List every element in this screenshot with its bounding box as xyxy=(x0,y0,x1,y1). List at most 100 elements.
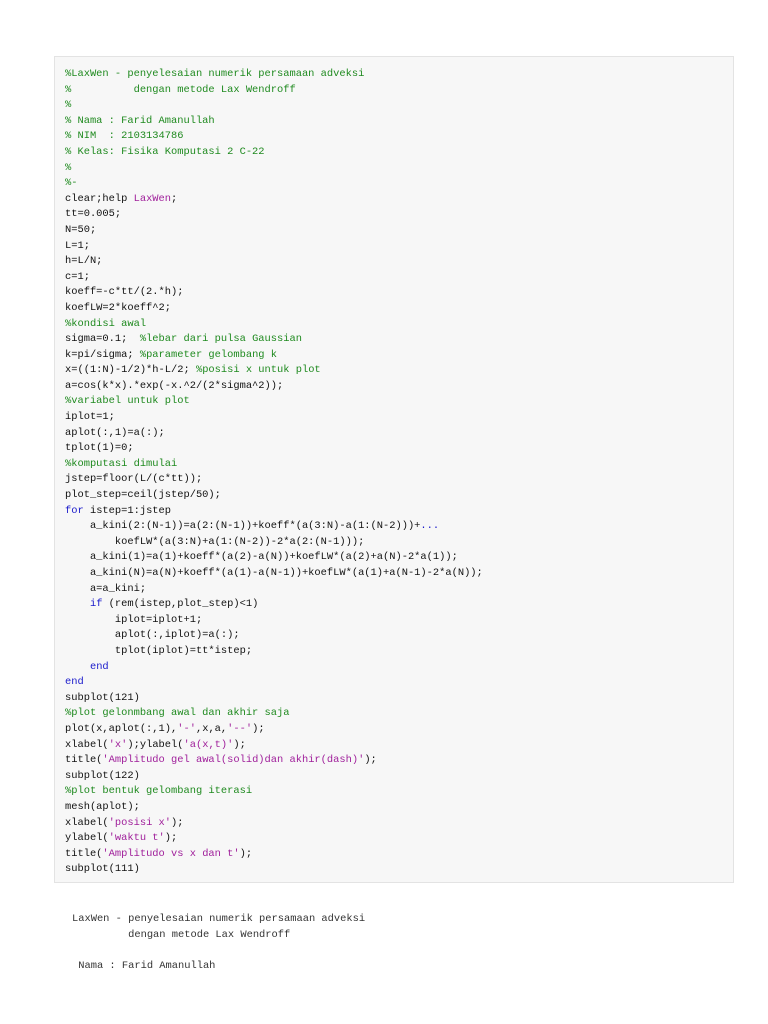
code-line: %variabel untuk plot xyxy=(65,394,483,410)
code-keyword: for xyxy=(65,504,84,517)
code-text: a_kini(2:(N-1))=a(2:(N-1))+koeff*(a(3:N)… xyxy=(65,520,421,533)
code-text: title( xyxy=(65,754,103,767)
code-text: title( xyxy=(65,847,103,860)
output-line: Nama : Farid Amanullah xyxy=(72,959,216,972)
code-line: mesh(aplot); xyxy=(65,800,483,816)
code-text: xlabel( xyxy=(65,816,109,829)
code-text: N=50; xyxy=(65,223,97,236)
code-string: 'a(x,t)' xyxy=(183,738,234,751)
code-line: h=L/N; xyxy=(65,254,483,270)
code-line: % Kelas: Fisika Komputasi 2 C-22 xyxy=(65,145,483,161)
code-text: mesh(aplot); xyxy=(65,800,140,813)
code-line: tplot(iplot)=tt*istep; xyxy=(65,644,483,660)
code-text: ); xyxy=(239,847,253,860)
code-line: koefLW=2*koeff^2; xyxy=(65,301,483,317)
code-text: tplot(iplot)=tt*istep; xyxy=(65,644,253,657)
code-line: end xyxy=(65,675,483,691)
code-text: iplot=1; xyxy=(65,411,115,424)
code-line: koeff=-c*tt/(2.*h); xyxy=(65,285,483,301)
code-comment: % xyxy=(65,161,72,174)
code-text: ); xyxy=(171,816,184,829)
code-line: subplot(121) xyxy=(65,691,483,707)
code-text: subplot(121) xyxy=(65,691,140,704)
code-line: a_kini(2:(N-1))=a(2:(N-1))+koeff*(a(3:N)… xyxy=(65,519,483,535)
code-text: clear;help xyxy=(65,192,134,205)
code-line: jstep=floor(L/(c*tt)); xyxy=(65,472,483,488)
code-line: ylabel('waktu t'); xyxy=(65,831,483,847)
code-keyword: end xyxy=(65,676,84,689)
code-text: koefLW=2*koeff^2; xyxy=(65,301,172,314)
code-line: %- xyxy=(65,176,483,192)
code-text: aplot(:,iplot)=a(:); xyxy=(65,629,240,642)
code-text: a_kini(N)=a(N)+koeff*(a(1)-a(N-1))+koefL… xyxy=(65,567,483,579)
code-line: tt=0.005; xyxy=(65,207,483,223)
code-comment: % dengan metode Lax Wendroff xyxy=(65,83,296,96)
code-line: k=pi/sigma; %parameter gelombang k xyxy=(65,348,483,364)
code-keyword: if xyxy=(89,598,103,611)
code-text: koeff=-c*tt/(2.*h); xyxy=(65,286,184,299)
code-listing: %LaxWen - penyelesaian numerik persamaan… xyxy=(65,67,483,878)
output-line: dengan metode Lax Wendroff xyxy=(72,928,291,941)
code-keyword: end xyxy=(89,660,109,673)
code-text: tplot(1)=0; xyxy=(65,442,134,455)
code-line: end xyxy=(65,660,483,676)
code-text: c=1; xyxy=(65,270,90,283)
code-line: title('Amplitudo gel awal(solid)dan akhi… xyxy=(65,753,483,769)
code-string: LaxWen xyxy=(133,192,172,205)
code-comment: %komputasi dimulai xyxy=(65,457,178,470)
code-line: xlabel('posisi x'); xyxy=(65,816,483,832)
code-line: subplot(111) xyxy=(65,862,483,878)
code-text: ; xyxy=(171,192,178,205)
code-string: 'posisi x' xyxy=(108,816,172,829)
code-text: subplot(122) xyxy=(65,769,140,782)
code-line: x=((1:N)-1/2)*h-L/2; %posisi x untuk plo… xyxy=(65,363,483,379)
code-comment: %kondisi awal xyxy=(65,317,147,330)
code-text: tt=0.005; xyxy=(65,208,122,221)
code-line: %plot gelonmbang awal dan akhir saja xyxy=(65,706,483,722)
code-string: '--' xyxy=(227,722,253,735)
code-line: a=cos(k*x).*exp(-x.^2/(2*sigma^2)); xyxy=(65,379,483,395)
code-line: iplot=1; xyxy=(65,410,483,426)
code-line: % xyxy=(65,98,483,114)
code-text: ); xyxy=(252,722,265,735)
code-line: %komputasi dimulai xyxy=(65,457,483,473)
code-text: plot_step=ceil(jstep/50); xyxy=(65,489,221,502)
code-line: %LaxWen - penyelesaian numerik persamaan… xyxy=(65,67,483,83)
code-text: jstep=floor(L/(c*tt)); xyxy=(65,473,203,486)
code-text: a=cos(k*x).*exp(-x.^2/(2*sigma^2)); xyxy=(65,379,284,392)
code-comment: %parameter gelombang k xyxy=(139,348,278,361)
code-text: plot(x,aplot(:,1), xyxy=(65,722,178,735)
code-comment: %plot bentuk gelombang iterasi xyxy=(65,785,253,798)
code-line: %plot bentuk gelombang iterasi xyxy=(65,784,483,800)
code-line: plot(x,aplot(:,1),'-',x,a,'--'); xyxy=(65,722,483,738)
code-text: ); xyxy=(364,754,377,767)
code-line: plot_step=ceil(jstep/50); xyxy=(65,488,483,504)
code-line: %kondisi awal xyxy=(65,317,483,333)
code-text: ylabel( xyxy=(65,832,109,845)
code-comment: % NIM : 2103134786 xyxy=(65,130,184,143)
code-line: subplot(122) xyxy=(65,769,483,785)
code-line: sigma=0.1; %lebar dari pulsa Gaussian xyxy=(65,332,483,348)
code-text: ,x,a, xyxy=(195,722,228,735)
code-text: xlabel( xyxy=(65,738,109,751)
code-text: );ylabel( xyxy=(127,738,184,751)
code-string: 'Amplitudo vs x dan t' xyxy=(102,847,240,860)
code-line: a_kini(1)=a(1)+koeff*(a(2)-a(N))+koefLW*… xyxy=(65,550,483,566)
code-line: clear;help LaxWen; xyxy=(65,192,483,208)
code-text: a=a_kini; xyxy=(65,582,147,595)
code-comment: %- xyxy=(65,177,78,190)
code-comment: % xyxy=(65,99,72,112)
code-comment: %LaxWen - penyelesaian numerik persamaan… xyxy=(65,68,365,80)
code-line: a=a_kini; xyxy=(65,582,483,598)
code-text: istep=1:jstep xyxy=(83,504,172,517)
code-line: N=50; xyxy=(65,223,483,239)
code-line: L=1; xyxy=(65,239,483,255)
code-text: iplot=iplot+1; xyxy=(65,613,203,626)
code-string: 'waktu t' xyxy=(108,832,165,845)
code-comment: % Nama : Farid Amanullah xyxy=(65,114,215,127)
code-comment: %plot gelonmbang awal dan akhir saja xyxy=(65,707,290,720)
code-line: iplot=iplot+1; xyxy=(65,613,483,629)
code-line: for istep=1:jstep xyxy=(65,504,483,520)
